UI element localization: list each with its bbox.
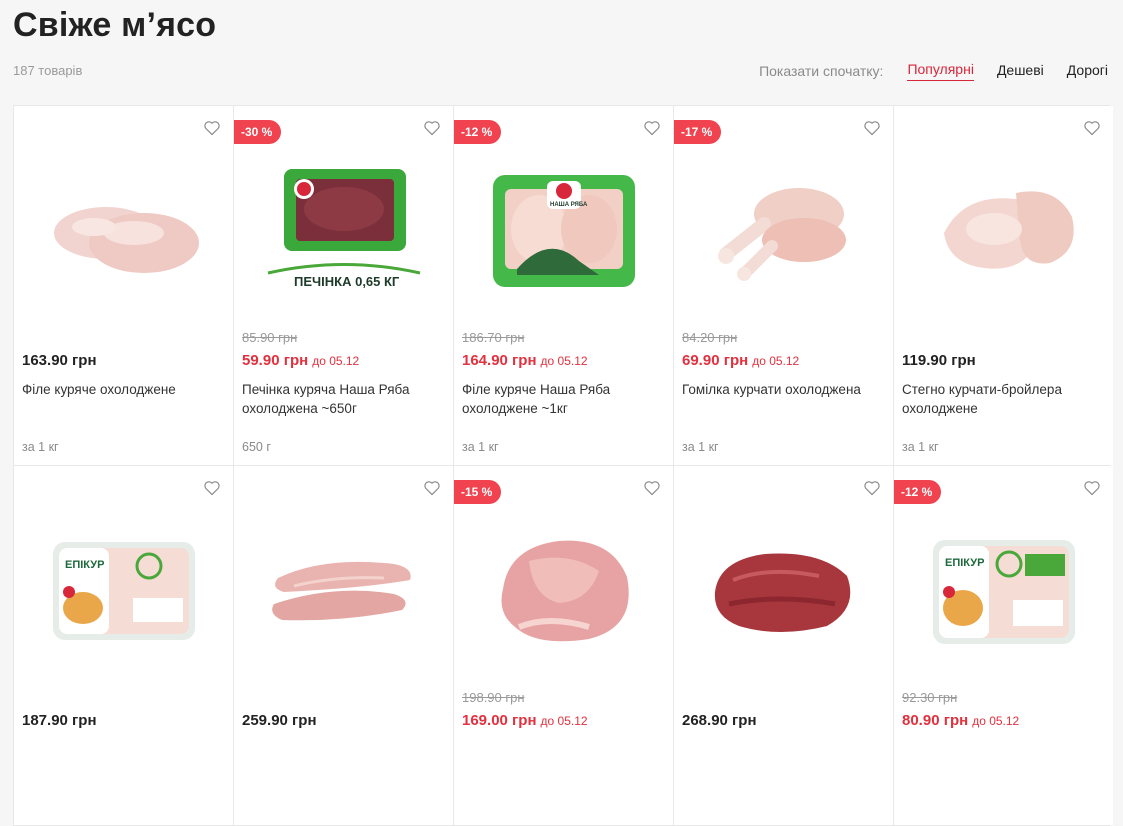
heart-icon[interactable] xyxy=(423,120,441,136)
old-price: 186.70 грн xyxy=(462,330,525,345)
product-card[interactable]: -17 % 84.20 грн 69.90 грн до 05.12 Гомілк… xyxy=(674,106,893,465)
heart-icon[interactable] xyxy=(643,480,661,496)
promo-until: до 05.12 xyxy=(752,354,800,368)
promo-until: до 05.12 xyxy=(312,354,360,368)
price-value: 59.90 грн xyxy=(242,352,309,369)
product-card[interactable]: 259.90 грн xyxy=(234,466,453,825)
pack-label: ПЕЧІНКА 0,65 КГ xyxy=(294,274,400,289)
heart-icon[interactable] xyxy=(643,120,661,136)
product-card[interactable]: -12 % ЕПІКУР 92.30 грн 80.90 грн до 05.12 xyxy=(894,466,1113,825)
price: 119.90 грн xyxy=(902,352,976,369)
product-card[interactable]: -15 % 198.90 грн 169.00 грн до 05.12 xyxy=(454,466,673,825)
unit: за 1 кг xyxy=(22,440,59,454)
old-price: 92.30 грн xyxy=(902,690,958,705)
page-title: Свіже м’ясо xyxy=(13,6,217,44)
price: 59.90 грн до 05.12 xyxy=(242,352,359,369)
product-card[interactable]: ЕПІКУР 187.90 грн xyxy=(14,466,233,825)
price: 164.90 грн до 05.12 xyxy=(462,352,588,369)
sort-bar: Показати спочатку: Популярні Дешеві Доро… xyxy=(759,61,1108,81)
sort-cheap[interactable]: Дешеві xyxy=(997,62,1044,81)
heart-icon[interactable] xyxy=(863,120,881,136)
product-name[interactable]: Філе куряче Наша Ряба охолоджене ~1кг xyxy=(462,380,663,418)
discount-badge: -17 % xyxy=(674,120,722,144)
discount-badge: -15 % xyxy=(454,480,502,504)
product-name[interactable]: Печінка куряча Наша Ряба охолоджена ~650… xyxy=(242,380,443,418)
product-card[interactable]: 119.90 грн Стегно курчати-бройлера охоло… xyxy=(894,106,1113,465)
sort-expensive[interactable]: Дорогі xyxy=(1067,62,1108,81)
price: 69.90 грн до 05.12 xyxy=(682,352,799,369)
product-card[interactable]: 268.90 грн xyxy=(674,466,893,825)
sort-label: Показати спочатку: xyxy=(759,63,884,79)
price-value: 169.00 грн xyxy=(462,712,537,729)
product-card[interactable]: -12 % НАША РЯБА 186.70 грн 164.90 грн до … xyxy=(454,106,673,465)
price: 163.90 грн xyxy=(22,352,97,369)
price-value: 69.90 грн xyxy=(682,352,749,369)
product-name[interactable]: Філе куряче охолоджене xyxy=(22,380,223,399)
product-name[interactable]: Гомілка курчати охолоджена xyxy=(682,380,883,399)
price-value: 80.90 грн xyxy=(902,712,969,729)
unit: 650 г xyxy=(242,440,271,454)
product-name[interactable]: Стегно курчати-бройлера охолоджене xyxy=(902,380,1103,418)
heart-icon[interactable] xyxy=(1083,480,1101,496)
heart-icon[interactable] xyxy=(423,480,441,496)
unit: за 1 кг xyxy=(462,440,499,454)
unit: за 1 кг xyxy=(902,440,939,454)
heart-icon[interactable] xyxy=(203,120,221,136)
product-card[interactable]: 163.90 грн Філе куряче охолоджене за 1 к… xyxy=(14,106,233,465)
old-price: 84.20 грн xyxy=(682,330,738,345)
product-image[interactable] xyxy=(474,506,653,676)
product-image[interactable] xyxy=(694,146,873,316)
unit: за 1 кг xyxy=(682,440,719,454)
product-image[interactable] xyxy=(914,146,1093,316)
heart-icon[interactable] xyxy=(203,480,221,496)
product-image[interactable]: НАША РЯБА xyxy=(474,146,653,316)
price-value: 164.90 грн xyxy=(462,352,537,369)
old-price: 198.90 грн xyxy=(462,690,525,705)
product-image[interactable] xyxy=(34,146,213,316)
price: 259.90 грн xyxy=(242,712,317,729)
heart-icon[interactable] xyxy=(863,480,881,496)
product-image[interactable]: ЕПІКУР xyxy=(34,506,213,676)
brand-label: ЕПІКУР xyxy=(65,559,104,571)
price: 169.00 грн до 05.12 xyxy=(462,712,588,729)
old-price: 85.90 грн xyxy=(242,330,298,345)
product-image[interactable]: ПЕЧІНКА 0,65 КГ xyxy=(254,146,433,316)
price: 268.90 грн xyxy=(682,712,757,729)
product-image[interactable]: ЕПІКУР xyxy=(914,506,1093,676)
discount-badge: -12 % xyxy=(454,120,502,144)
product-image[interactable] xyxy=(254,506,433,676)
brand-label: ЕПІКУР xyxy=(945,557,984,569)
price: 187.90 грн xyxy=(22,712,97,729)
heart-icon[interactable] xyxy=(1083,120,1101,136)
price: 80.90 грн до 05.12 xyxy=(902,712,1019,729)
discount-badge: -30 % xyxy=(234,120,282,144)
brand-label: НАША РЯБА xyxy=(550,202,588,208)
product-grid: 163.90 грн Філе куряче охолоджене за 1 к… xyxy=(13,105,1113,826)
promo-until: до 05.12 xyxy=(540,354,588,368)
promo-until: до 05.12 xyxy=(540,714,588,728)
discount-badge: -12 % xyxy=(894,480,942,504)
product-card[interactable]: -30 % ПЕЧІНКА 0,65 КГ 85.90 грн 59.90 гр… xyxy=(234,106,453,465)
promo-until: до 05.12 xyxy=(972,714,1020,728)
sort-popular[interactable]: Популярні xyxy=(907,61,974,81)
product-count: 187 товарів xyxy=(13,63,83,78)
product-image[interactable] xyxy=(694,506,873,676)
